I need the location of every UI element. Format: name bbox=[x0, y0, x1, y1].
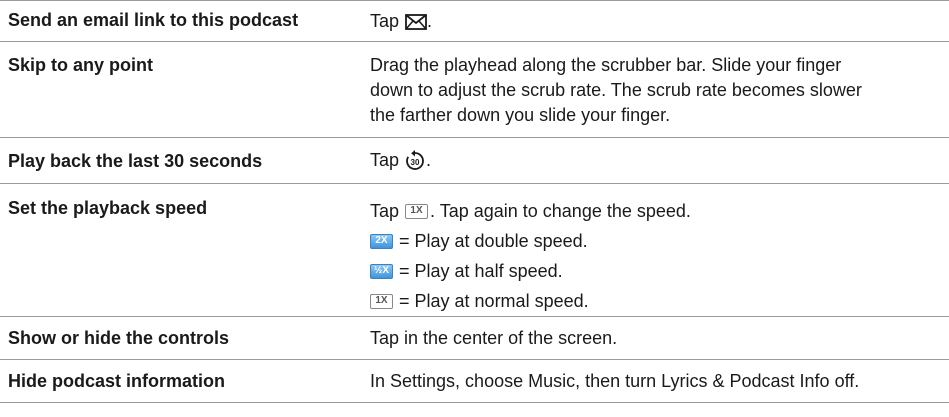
speed-1x-icon: 1X bbox=[405, 203, 429, 219]
desc-line: the farther down you slide your finger. bbox=[370, 105, 671, 125]
replay-30-icon: 30 bbox=[404, 149, 426, 172]
row-description: Tap in the center of the screen. bbox=[370, 326, 945, 351]
desc-text-suffix: . bbox=[426, 150, 432, 170]
row-description: Tap . bbox=[370, 9, 945, 34]
row-label: Set the playback speed bbox=[8, 198, 208, 218]
desc-line: down to adjust the scrub rate. The scrub… bbox=[370, 80, 862, 100]
desc-line: Drag the playhead along the scrubber bar… bbox=[370, 55, 842, 75]
row-description: In Settings, choose Music, then turn Lyr… bbox=[370, 369, 945, 394]
desc-line: In Settings, choose Music, then turn Lyr… bbox=[370, 371, 860, 391]
envelope-icon bbox=[405, 13, 427, 30]
row-description: Tap 30 . bbox=[370, 148, 945, 173]
desc-text: Tap bbox=[370, 200, 400, 221]
speed-half-icon: ½X bbox=[370, 263, 393, 279]
desc-text: Tap bbox=[370, 11, 400, 31]
row-label: Play back the last 30 seconds bbox=[8, 151, 263, 171]
desc-text-suffix: . Tap again to change the speed. bbox=[430, 200, 691, 221]
desc-text-suffix: . bbox=[427, 11, 433, 31]
speed-1x-text: = Play at normal speed. bbox=[399, 290, 589, 311]
row-label: Skip to any point bbox=[8, 55, 154, 75]
speed-2x-text: = Play at double speed. bbox=[399, 230, 588, 251]
row-label: Show or hide the controls bbox=[8, 328, 230, 348]
row-description: Tap 1X . Tap again to change the speed. … bbox=[370, 196, 945, 316]
table-row: Set the playback speed Tap 1X . Tap agai… bbox=[0, 184, 949, 317]
row-label: Send an email link to this podcast bbox=[8, 10, 299, 30]
table-row: Play back the last 30 seconds Tap 30 . bbox=[0, 138, 949, 184]
speed-1x-icon: 1X bbox=[370, 293, 393, 309]
table-row: Hide podcast information In Settings, ch… bbox=[0, 360, 949, 403]
speed-2x-icon: 2X bbox=[370, 233, 393, 249]
table-row: Skip to any point Drag the playhead alon… bbox=[0, 42, 949, 138]
desc-line: Tap in the center of the screen. bbox=[370, 328, 618, 348]
row-description: Drag the playhead along the scrubber bar… bbox=[370, 53, 945, 128]
table-row: Show or hide the controls Tap in the cen… bbox=[0, 317, 949, 360]
speed-half-text: = Play at half speed. bbox=[399, 260, 563, 281]
podcast-controls-table: Send an email link to this podcast Tap .… bbox=[0, 0, 949, 403]
table-row: Send an email link to this podcast Tap . bbox=[0, 0, 949, 42]
replay-30-label: 30 bbox=[411, 158, 420, 167]
row-label: Hide podcast information bbox=[8, 371, 226, 391]
desc-text: Tap bbox=[370, 150, 400, 170]
